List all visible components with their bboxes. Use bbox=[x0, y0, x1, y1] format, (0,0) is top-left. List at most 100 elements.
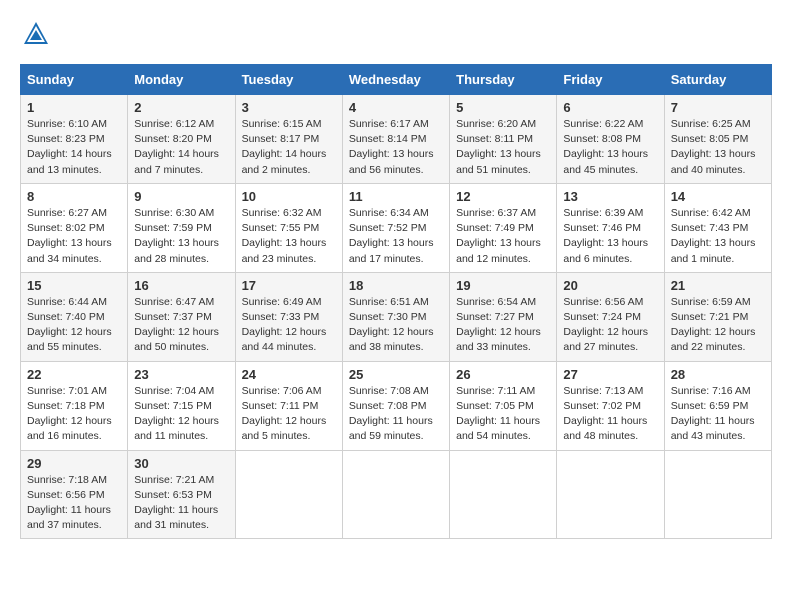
day-number: 18 bbox=[349, 278, 443, 293]
day-number: 9 bbox=[134, 189, 228, 204]
calendar-cell: 3 Sunrise: 6:15 AM Sunset: 8:17 PM Dayli… bbox=[235, 95, 342, 184]
day-info: Sunrise: 6:42 AM Sunset: 7:43 PM Dayligh… bbox=[671, 206, 765, 267]
calendar-cell: 7 Sunrise: 6:25 AM Sunset: 8:05 PM Dayli… bbox=[664, 95, 771, 184]
logo-icon bbox=[22, 20, 50, 48]
day-number: 30 bbox=[134, 456, 228, 471]
day-info: Sunrise: 6:25 AM Sunset: 8:05 PM Dayligh… bbox=[671, 117, 765, 178]
day-info: Sunrise: 6:49 AM Sunset: 7:33 PM Dayligh… bbox=[242, 295, 336, 356]
day-info: Sunrise: 7:04 AM Sunset: 7:15 PM Dayligh… bbox=[134, 384, 228, 445]
day-number: 21 bbox=[671, 278, 765, 293]
calendar-cell: 23 Sunrise: 7:04 AM Sunset: 7:15 PM Dayl… bbox=[128, 361, 235, 450]
calendar-cell bbox=[342, 450, 449, 539]
calendar-cell: 29 Sunrise: 7:18 AM Sunset: 6:56 PM Dayl… bbox=[21, 450, 128, 539]
day-number: 23 bbox=[134, 367, 228, 382]
day-info: Sunrise: 7:01 AM Sunset: 7:18 PM Dayligh… bbox=[27, 384, 121, 445]
calendar-cell bbox=[450, 450, 557, 539]
calendar-cell: 28 Sunrise: 7:16 AM Sunset: 6:59 PM Dayl… bbox=[664, 361, 771, 450]
weekday-header-row: SundayMondayTuesdayWednesdayThursdayFrid… bbox=[21, 65, 772, 95]
calendar-cell: 25 Sunrise: 7:08 AM Sunset: 7:08 PM Dayl… bbox=[342, 361, 449, 450]
day-info: Sunrise: 6:10 AM Sunset: 8:23 PM Dayligh… bbox=[27, 117, 121, 178]
day-info: Sunrise: 7:21 AM Sunset: 6:53 PM Dayligh… bbox=[134, 473, 228, 534]
day-number: 20 bbox=[563, 278, 657, 293]
calendar-cell: 20 Sunrise: 6:56 AM Sunset: 7:24 PM Dayl… bbox=[557, 272, 664, 361]
day-info: Sunrise: 6:44 AM Sunset: 7:40 PM Dayligh… bbox=[27, 295, 121, 356]
day-info: Sunrise: 7:06 AM Sunset: 7:11 PM Dayligh… bbox=[242, 384, 336, 445]
day-number: 4 bbox=[349, 100, 443, 115]
day-number: 28 bbox=[671, 367, 765, 382]
day-info: Sunrise: 6:17 AM Sunset: 8:14 PM Dayligh… bbox=[349, 117, 443, 178]
day-info: Sunrise: 6:20 AM Sunset: 8:11 PM Dayligh… bbox=[456, 117, 550, 178]
day-number: 15 bbox=[27, 278, 121, 293]
day-info: Sunrise: 7:11 AM Sunset: 7:05 PM Dayligh… bbox=[456, 384, 550, 445]
calendar-cell: 9 Sunrise: 6:30 AM Sunset: 7:59 PM Dayli… bbox=[128, 183, 235, 272]
calendar-cell: 21 Sunrise: 6:59 AM Sunset: 7:21 PM Dayl… bbox=[664, 272, 771, 361]
calendar-cell: 14 Sunrise: 6:42 AM Sunset: 7:43 PM Dayl… bbox=[664, 183, 771, 272]
day-number: 10 bbox=[242, 189, 336, 204]
day-number: 12 bbox=[456, 189, 550, 204]
day-info: Sunrise: 7:08 AM Sunset: 7:08 PM Dayligh… bbox=[349, 384, 443, 445]
calendar-cell: 1 Sunrise: 6:10 AM Sunset: 8:23 PM Dayli… bbox=[21, 95, 128, 184]
day-info: Sunrise: 6:47 AM Sunset: 7:37 PM Dayligh… bbox=[134, 295, 228, 356]
day-number: 1 bbox=[27, 100, 121, 115]
day-info: Sunrise: 7:13 AM Sunset: 7:02 PM Dayligh… bbox=[563, 384, 657, 445]
calendar-cell: 5 Sunrise: 6:20 AM Sunset: 8:11 PM Dayli… bbox=[450, 95, 557, 184]
day-number: 26 bbox=[456, 367, 550, 382]
day-info: Sunrise: 6:32 AM Sunset: 7:55 PM Dayligh… bbox=[242, 206, 336, 267]
page-header bbox=[20, 20, 772, 54]
day-number: 14 bbox=[671, 189, 765, 204]
calendar-cell: 16 Sunrise: 6:47 AM Sunset: 7:37 PM Dayl… bbox=[128, 272, 235, 361]
calendar-cell bbox=[235, 450, 342, 539]
day-info: Sunrise: 6:54 AM Sunset: 7:27 PM Dayligh… bbox=[456, 295, 550, 356]
day-number: 2 bbox=[134, 100, 228, 115]
calendar-cell: 27 Sunrise: 7:13 AM Sunset: 7:02 PM Dayl… bbox=[557, 361, 664, 450]
day-number: 19 bbox=[456, 278, 550, 293]
calendar-cell: 12 Sunrise: 6:37 AM Sunset: 7:49 PM Dayl… bbox=[450, 183, 557, 272]
calendar-cell: 13 Sunrise: 6:39 AM Sunset: 7:46 PM Dayl… bbox=[557, 183, 664, 272]
weekday-header-sunday: Sunday bbox=[21, 65, 128, 95]
calendar-cell: 24 Sunrise: 7:06 AM Sunset: 7:11 PM Dayl… bbox=[235, 361, 342, 450]
day-info: Sunrise: 6:27 AM Sunset: 8:02 PM Dayligh… bbox=[27, 206, 121, 267]
day-info: Sunrise: 6:56 AM Sunset: 7:24 PM Dayligh… bbox=[563, 295, 657, 356]
weekday-header-tuesday: Tuesday bbox=[235, 65, 342, 95]
day-number: 16 bbox=[134, 278, 228, 293]
calendar-cell: 17 Sunrise: 6:49 AM Sunset: 7:33 PM Dayl… bbox=[235, 272, 342, 361]
weekday-header-friday: Friday bbox=[557, 65, 664, 95]
calendar-cell: 15 Sunrise: 6:44 AM Sunset: 7:40 PM Dayl… bbox=[21, 272, 128, 361]
day-number: 6 bbox=[563, 100, 657, 115]
day-info: Sunrise: 7:18 AM Sunset: 6:56 PM Dayligh… bbox=[27, 473, 121, 534]
day-number: 17 bbox=[242, 278, 336, 293]
calendar-week-1: 1 Sunrise: 6:10 AM Sunset: 8:23 PM Dayli… bbox=[21, 95, 772, 184]
day-number: 24 bbox=[242, 367, 336, 382]
calendar-table: SundayMondayTuesdayWednesdayThursdayFrid… bbox=[20, 64, 772, 539]
day-number: 5 bbox=[456, 100, 550, 115]
logo-text bbox=[20, 20, 50, 54]
day-info: Sunrise: 6:22 AM Sunset: 8:08 PM Dayligh… bbox=[563, 117, 657, 178]
day-number: 22 bbox=[27, 367, 121, 382]
calendar-cell: 8 Sunrise: 6:27 AM Sunset: 8:02 PM Dayli… bbox=[21, 183, 128, 272]
day-number: 13 bbox=[563, 189, 657, 204]
weekday-header-wednesday: Wednesday bbox=[342, 65, 449, 95]
day-info: Sunrise: 6:39 AM Sunset: 7:46 PM Dayligh… bbox=[563, 206, 657, 267]
calendar-cell: 10 Sunrise: 6:32 AM Sunset: 7:55 PM Dayl… bbox=[235, 183, 342, 272]
day-number: 11 bbox=[349, 189, 443, 204]
day-number: 8 bbox=[27, 189, 121, 204]
calendar-cell: 2 Sunrise: 6:12 AM Sunset: 8:20 PM Dayli… bbox=[128, 95, 235, 184]
day-info: Sunrise: 7:16 AM Sunset: 6:59 PM Dayligh… bbox=[671, 384, 765, 445]
weekday-header-thursday: Thursday bbox=[450, 65, 557, 95]
calendar-cell: 26 Sunrise: 7:11 AM Sunset: 7:05 PM Dayl… bbox=[450, 361, 557, 450]
calendar-cell: 11 Sunrise: 6:34 AM Sunset: 7:52 PM Dayl… bbox=[342, 183, 449, 272]
day-number: 3 bbox=[242, 100, 336, 115]
logo bbox=[20, 20, 50, 54]
day-info: Sunrise: 6:34 AM Sunset: 7:52 PM Dayligh… bbox=[349, 206, 443, 267]
calendar-week-3: 15 Sunrise: 6:44 AM Sunset: 7:40 PM Dayl… bbox=[21, 272, 772, 361]
calendar-week-4: 22 Sunrise: 7:01 AM Sunset: 7:18 PM Dayl… bbox=[21, 361, 772, 450]
calendar-cell bbox=[664, 450, 771, 539]
calendar-cell: 22 Sunrise: 7:01 AM Sunset: 7:18 PM Dayl… bbox=[21, 361, 128, 450]
calendar-week-2: 8 Sunrise: 6:27 AM Sunset: 8:02 PM Dayli… bbox=[21, 183, 772, 272]
calendar-week-5: 29 Sunrise: 7:18 AM Sunset: 6:56 PM Dayl… bbox=[21, 450, 772, 539]
day-number: 25 bbox=[349, 367, 443, 382]
day-info: Sunrise: 6:59 AM Sunset: 7:21 PM Dayligh… bbox=[671, 295, 765, 356]
calendar-cell: 4 Sunrise: 6:17 AM Sunset: 8:14 PM Dayli… bbox=[342, 95, 449, 184]
day-info: Sunrise: 6:37 AM Sunset: 7:49 PM Dayligh… bbox=[456, 206, 550, 267]
weekday-header-monday: Monday bbox=[128, 65, 235, 95]
